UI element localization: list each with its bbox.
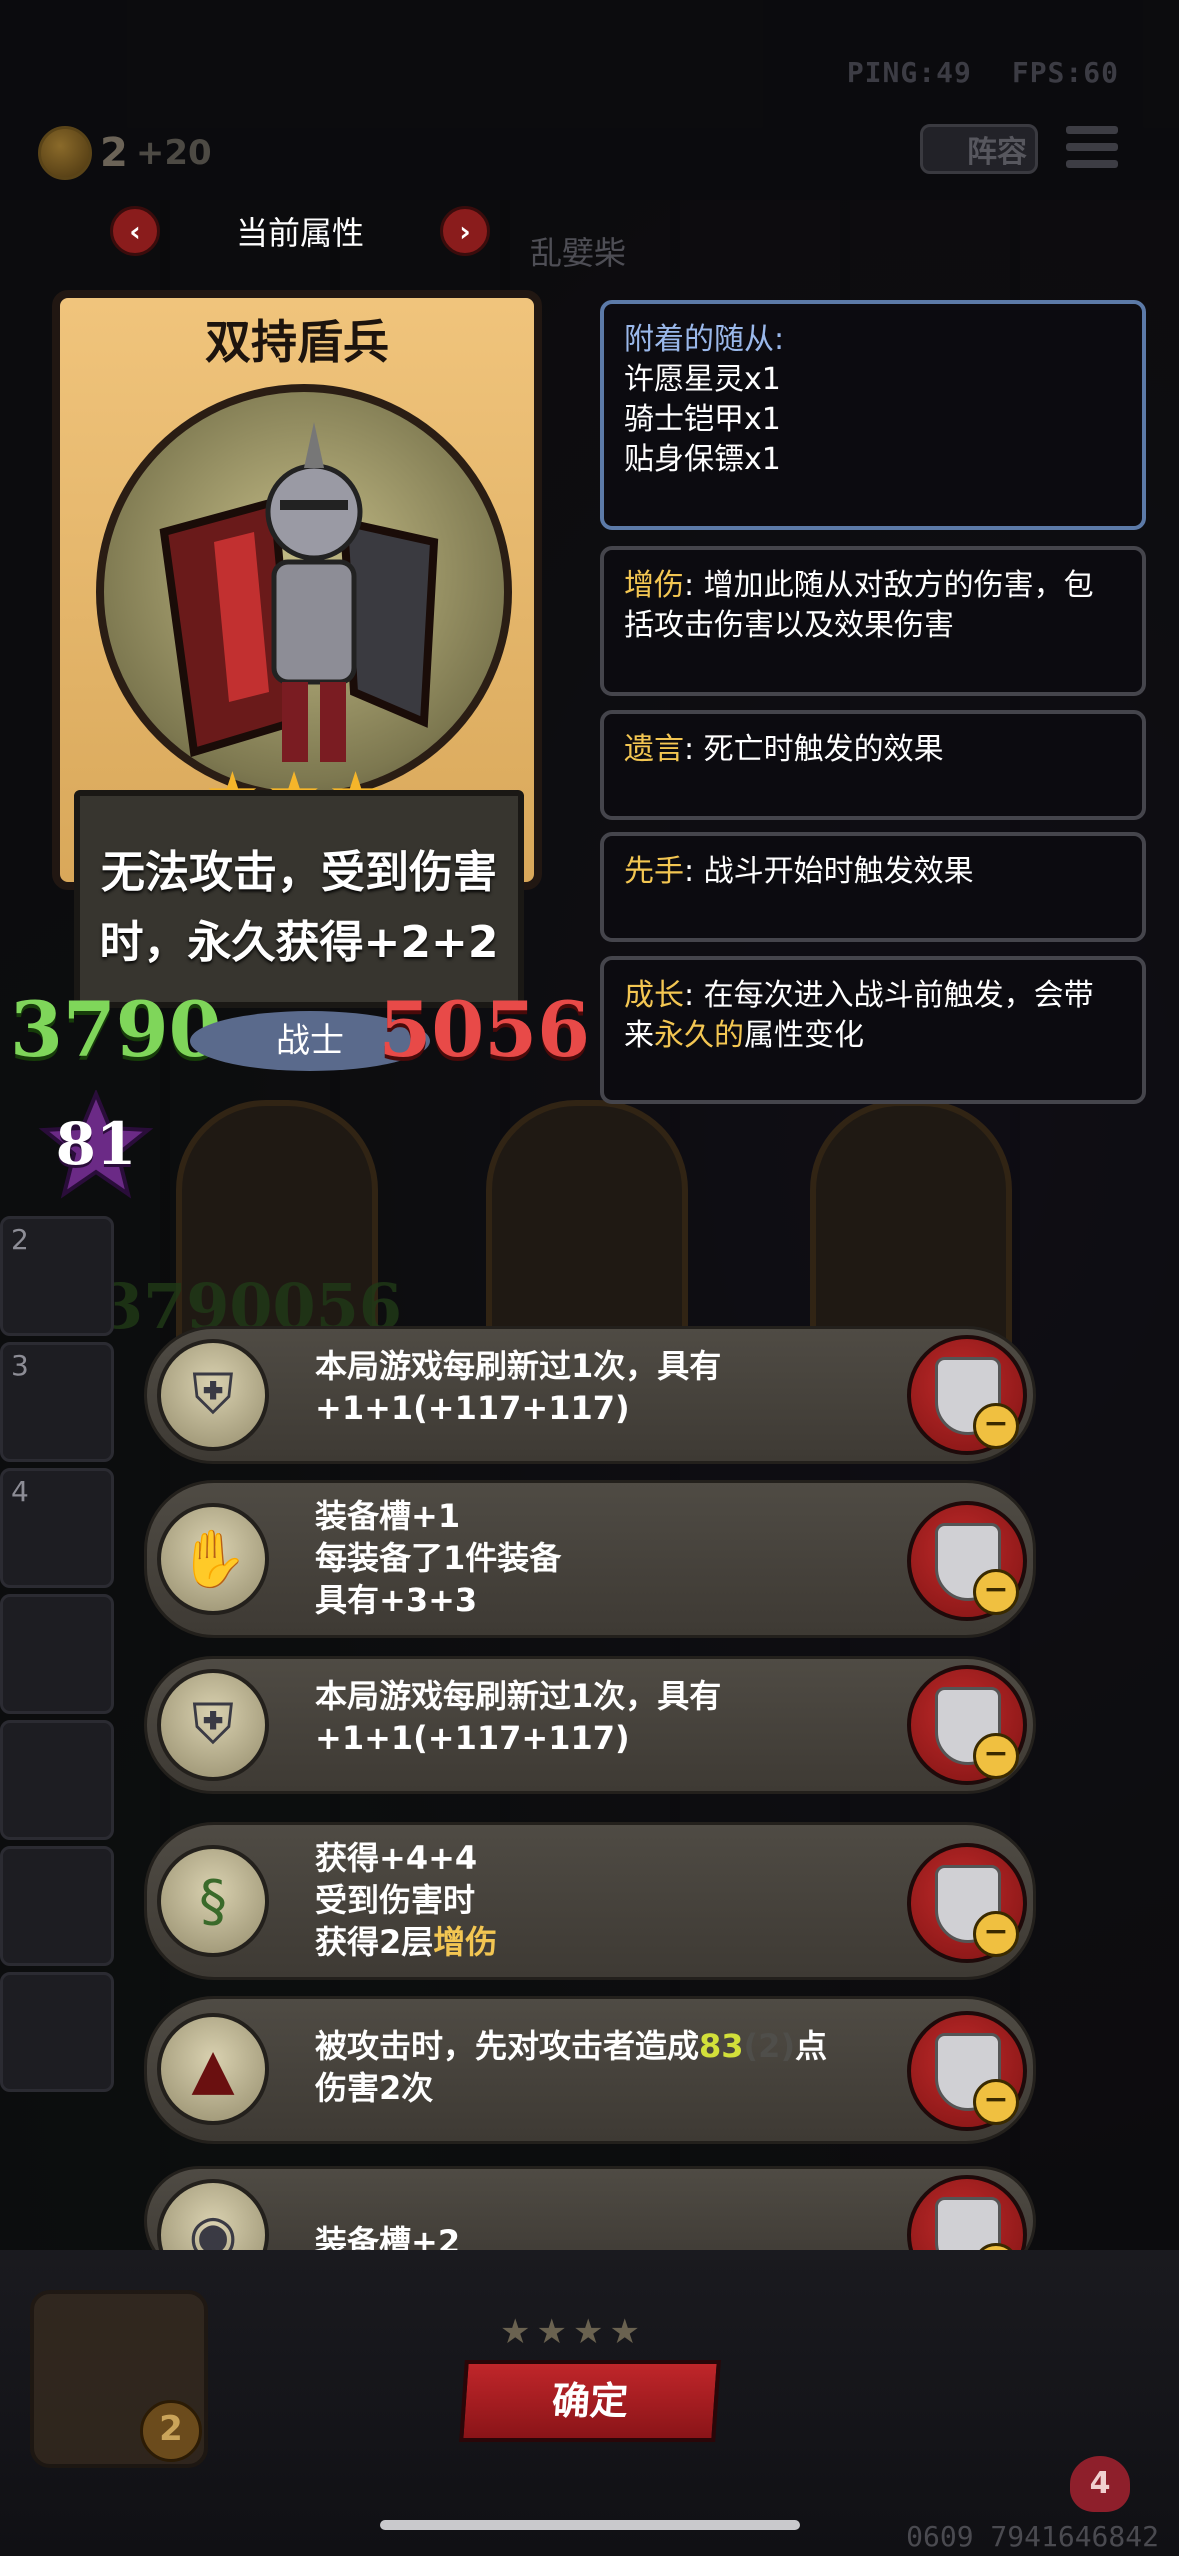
unequip-button[interactable]: − (907, 1843, 1027, 1963)
side-slot-2[interactable]: 2 (0, 1216, 114, 1336)
unit-stats: 3790 战士 5056 (10, 985, 590, 1075)
side-slot-6[interactable] (0, 1720, 114, 1840)
next-arrow-button[interactable]: › (439, 206, 490, 256)
serpent-icon: § (157, 1845, 269, 1957)
fps-readout: FPS:60 (1011, 56, 1119, 89)
hood-icon: ▲ (157, 2013, 269, 2125)
unit-name: 双持盾兵 (205, 315, 389, 369)
armor-icon: ⛨ (157, 1339, 269, 1451)
keyword-first-strike: 先手 (624, 854, 684, 889)
attribute-title: 当前属性 (235, 214, 364, 252)
growth-panel: 成长: 在每次进入战斗前触发，会带来永久的属性变化 (600, 956, 1146, 1104)
confirm-button[interactable]: 确定 (459, 2360, 721, 2442)
keyword-last-words: 遗言 (624, 732, 684, 767)
unit-description: 无法攻击，受到伤害 时，永久获得+2+2 (99, 847, 499, 968)
lineup-button[interactable]: 阵容 (920, 124, 1038, 174)
follower-item: 贴身保镖x1 (624, 442, 781, 477)
health-value: 5056 (378, 985, 590, 1074)
ping-readout: PING:49 (846, 56, 972, 89)
prev-arrow-button[interactable]: ‹ (110, 206, 160, 256)
unequip-button[interactable]: − (907, 2011, 1027, 2131)
damage-up-panel: 增伤: 增加此随从对敌方的伤害，包括攻击伤害以及效果伤害 (600, 546, 1146, 696)
side-slot-4[interactable]: 4 (0, 1468, 114, 1588)
armor-icon: ⛨ (157, 1669, 269, 1781)
shop-stars: ★★★★ (500, 2312, 646, 2352)
unequip-button[interactable]: − (907, 1501, 1027, 1621)
equipment-item[interactable]: ⛨ 本局游戏每刷新过1次，具有 +1+1(+117+117) − (144, 1656, 1036, 1794)
first-strike-panel: 先手: 战斗开始时触发效果 (600, 832, 1146, 942)
claw-icon: ✋ (157, 1503, 269, 1615)
follower-item: 骑士铠甲x1 (624, 402, 781, 437)
home-indicator[interactable] (380, 2520, 800, 2530)
attribute-header: ‹ 当前属性 › (110, 206, 490, 256)
chest-count: 2 (140, 2400, 202, 2462)
attack-value: 3790 (10, 985, 222, 1074)
build-id: 0609 7941646842 (906, 2520, 1159, 2553)
network-status: PING:49 FPS:60 (807, 56, 1119, 89)
unequip-button[interactable]: − (907, 1665, 1027, 1785)
followers-title: 附着的随从: (624, 322, 785, 357)
side-slot-5[interactable] (0, 1594, 114, 1714)
keyword-growth: 成长 (624, 978, 684, 1013)
side-slot-7[interactable] (0, 1846, 114, 1966)
last-words-panel: 遗言: 死亡时触发的效果 (600, 710, 1146, 820)
lives-heart-icon: 4 (1070, 2456, 1130, 2512)
equipment-item[interactable]: ▲ 被攻击时，先对攻击者造成83(2)点 伤害2次 − (144, 1996, 1036, 2144)
gold-income: +20 (135, 133, 212, 173)
equipment-item[interactable]: § 获得+4+4 受到伤害时 获得2层增伤 − (144, 1822, 1036, 1980)
knight-portrait-icon (96, 384, 512, 800)
side-slot-3[interactable]: 3 (0, 1342, 114, 1462)
keyword-damage-up: 增伤 (624, 568, 684, 603)
equipment-item[interactable]: ⛨ 本局游戏每刷新过1次，具有 +1+1(+117+117) − (144, 1326, 1036, 1464)
unequip-button[interactable]: − (907, 1335, 1027, 1455)
level-badge: 81 (36, 1090, 156, 1200)
equipment-item[interactable]: ✋ 装备槽+1 每装备了1件装备 具有+3+3 − (144, 1480, 1036, 1638)
gold-counter: 2 +20 (38, 126, 212, 180)
side-slot-8[interactable] (0, 1972, 114, 2092)
menu-icon[interactable] (1066, 126, 1118, 177)
opponent-name: 乱嬖柴 (530, 234, 627, 272)
gold-amount: 2 (100, 130, 128, 176)
follower-item: 许愿星灵x1 (624, 362, 781, 397)
coin-icon (38, 126, 92, 180)
followers-panel: 附着的随从: 许愿星灵x1 骑士铠甲x1 贴身保镖x1 (600, 300, 1146, 530)
